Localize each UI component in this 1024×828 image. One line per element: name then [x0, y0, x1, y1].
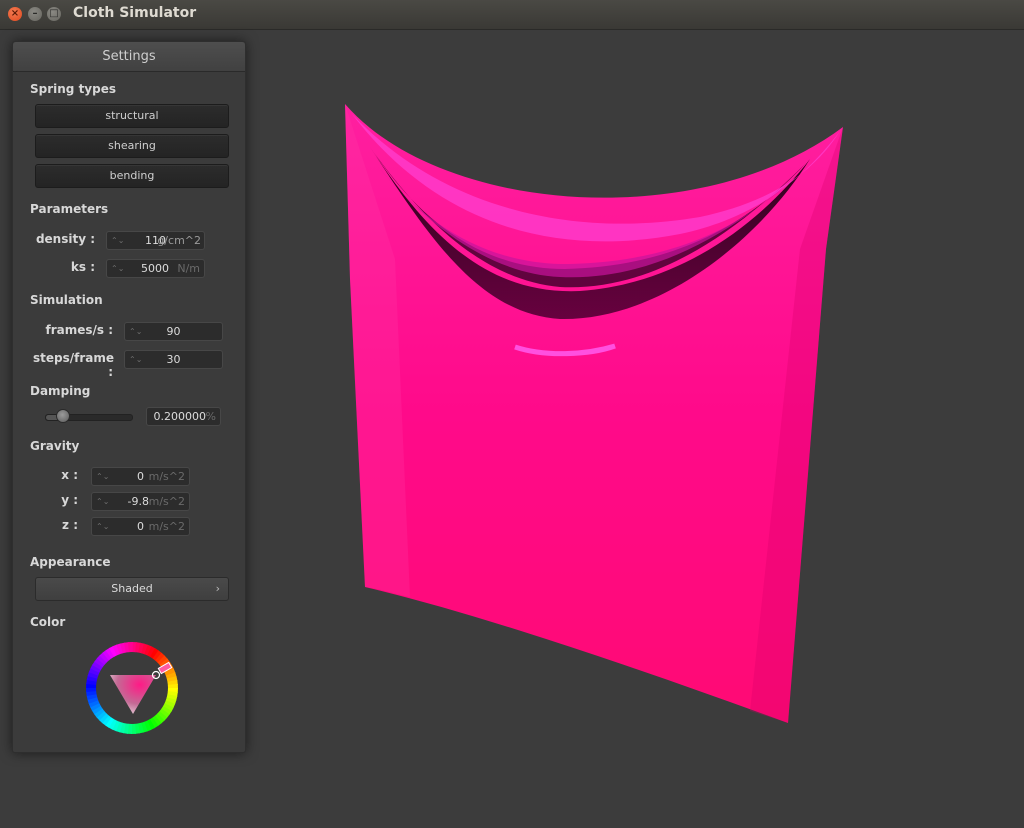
- settings-header[interactable]: Settings: [13, 42, 245, 72]
- gravity-y-unit: m/s^2: [148, 495, 185, 508]
- damping-unit: %: [205, 410, 216, 423]
- frames-field[interactable]: ⌃⌄ 90: [124, 322, 223, 341]
- steps-field[interactable]: ⌃⌄ 30: [124, 350, 223, 369]
- minimize-icon[interactable]: –: [28, 7, 42, 21]
- gravity-x-unit: m/s^2: [148, 470, 185, 483]
- gravity-z-unit: m/s^2: [148, 520, 185, 533]
- gravity-x-label: x :: [61, 468, 78, 482]
- title-bar: × – □ Cloth Simulator: [0, 0, 1024, 30]
- bending-button[interactable]: bending: [35, 164, 229, 188]
- gravity-z-label: z :: [62, 518, 78, 532]
- gravity-z-value: 0: [137, 520, 144, 533]
- appearance-selected: Shaded: [111, 582, 153, 595]
- spin-arrows-icon[interactable]: ⌃⌄: [96, 518, 109, 535]
- maximize-icon[interactable]: □: [47, 7, 61, 21]
- gravity-y-value: -9.8: [127, 495, 149, 508]
- shearing-button[interactable]: shearing: [35, 134, 229, 158]
- window-title: Cloth Simulator: [73, 5, 197, 21]
- frames-label: frames/s :: [45, 323, 113, 337]
- frames-value: 90: [166, 325, 181, 338]
- spring-types-label: Spring types: [30, 82, 117, 96]
- spin-arrows-icon[interactable]: ⌃⌄: [96, 468, 109, 485]
- ks-field[interactable]: ⌃⌄ 5000 N/m: [106, 259, 205, 278]
- spin-arrows-icon[interactable]: ⌃⌄: [96, 493, 109, 510]
- ks-label: ks :: [70, 260, 95, 274]
- chevron-right-icon: ›: [215, 582, 220, 595]
- gravity-label: Gravity: [30, 439, 80, 453]
- color-wheel[interactable]: [86, 642, 178, 734]
- color-label: Color: [30, 615, 66, 629]
- gravity-y-label: y :: [61, 493, 78, 507]
- parameters-label: Parameters: [30, 202, 109, 216]
- appearance-dropdown[interactable]: Shaded ›: [35, 577, 229, 601]
- damping-value: 0.200000: [153, 410, 207, 423]
- spin-arrows-icon[interactable]: ⌃⌄: [111, 232, 124, 249]
- saturation-value-triangle[interactable]: [110, 675, 156, 714]
- spin-arrows-icon[interactable]: ⌃⌄: [111, 260, 124, 277]
- close-icon[interactable]: ×: [8, 7, 22, 21]
- gravity-y-field[interactable]: ⌃⌄ -9.8 m/s^2: [91, 492, 190, 511]
- damping-label: Damping: [30, 384, 91, 398]
- ks-unit: N/m: [177, 262, 200, 275]
- density-unit: g/cm^2: [157, 234, 201, 247]
- gravity-x-value: 0: [137, 470, 144, 483]
- damping-field[interactable]: 0.200000 %: [146, 407, 221, 426]
- density-label: density :: [35, 232, 95, 246]
- steps-value: 30: [166, 353, 181, 366]
- simulation-label: Simulation: [30, 293, 103, 307]
- gravity-x-field[interactable]: ⌃⌄ 0 m/s^2: [91, 467, 190, 486]
- ks-value: 5000: [141, 262, 169, 275]
- appearance-label: Appearance: [30, 555, 111, 569]
- steps-label: steps/frame :: [33, 351, 115, 379]
- gravity-z-field[interactable]: ⌃⌄ 0 m/s^2: [91, 517, 190, 536]
- settings-panel: Settings Spring types structural shearin…: [12, 41, 246, 753]
- structural-button[interactable]: structural: [35, 104, 229, 128]
- density-field[interactable]: ⌃⌄ 110 g/cm^2: [106, 231, 205, 250]
